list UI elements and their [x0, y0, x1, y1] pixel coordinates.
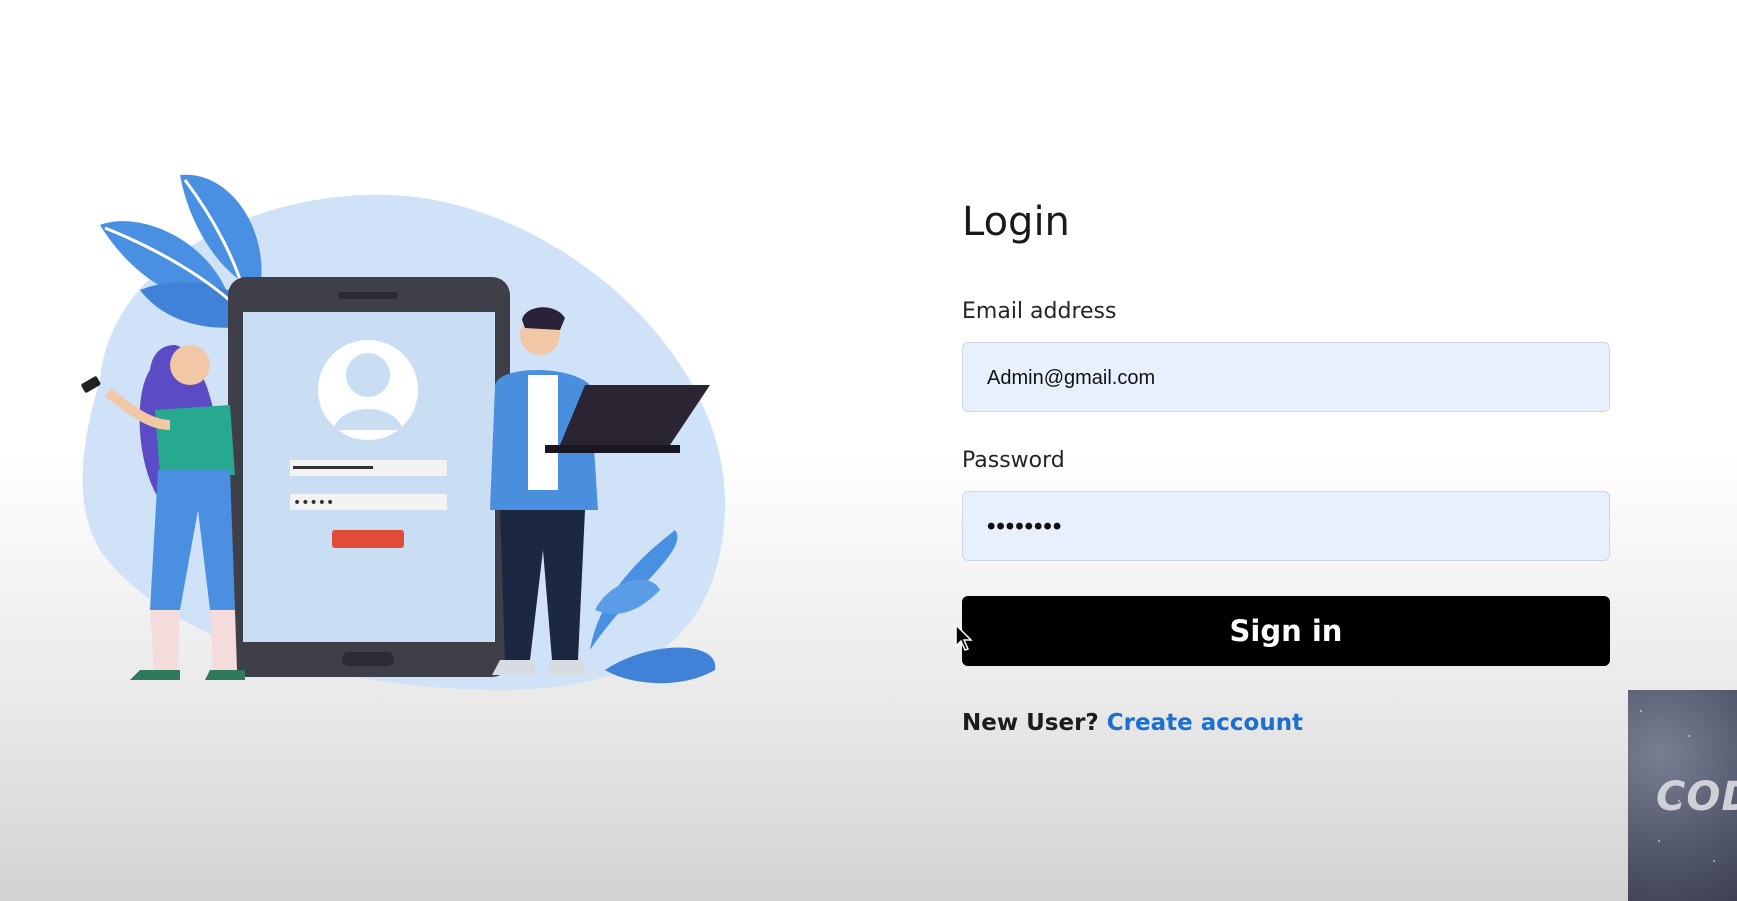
login-form: Login Email address Admin@gmail.com Pass…: [962, 186, 1610, 737]
login-phone-illustration-icon: •••••: [81, 174, 726, 690]
video-overlay-badge: COD: [1628, 690, 1737, 901]
phone-device: •••••: [228, 277, 510, 677]
email-input[interactable]: Admin@gmail.com: [962, 342, 1610, 412]
create-account-link[interactable]: Create account: [1107, 710, 1303, 736]
signup-row: New User? Create account: [962, 709, 1610, 737]
overlay-text: COD: [1656, 774, 1737, 820]
login-illustration: •••••: [30, 170, 750, 770]
password-input[interactable]: ••••••••: [962, 491, 1610, 561]
password-label: Password: [962, 448, 1065, 473]
mouse-cursor-icon: [955, 624, 973, 651]
login-title: Login: [962, 199, 1070, 245]
new-user-prompt: New User?: [962, 710, 1099, 736]
sign-in-button[interactable]: Sign in: [962, 596, 1610, 666]
svg-text:•••••: •••••: [293, 495, 334, 511]
email-label: Email address: [962, 299, 1117, 324]
